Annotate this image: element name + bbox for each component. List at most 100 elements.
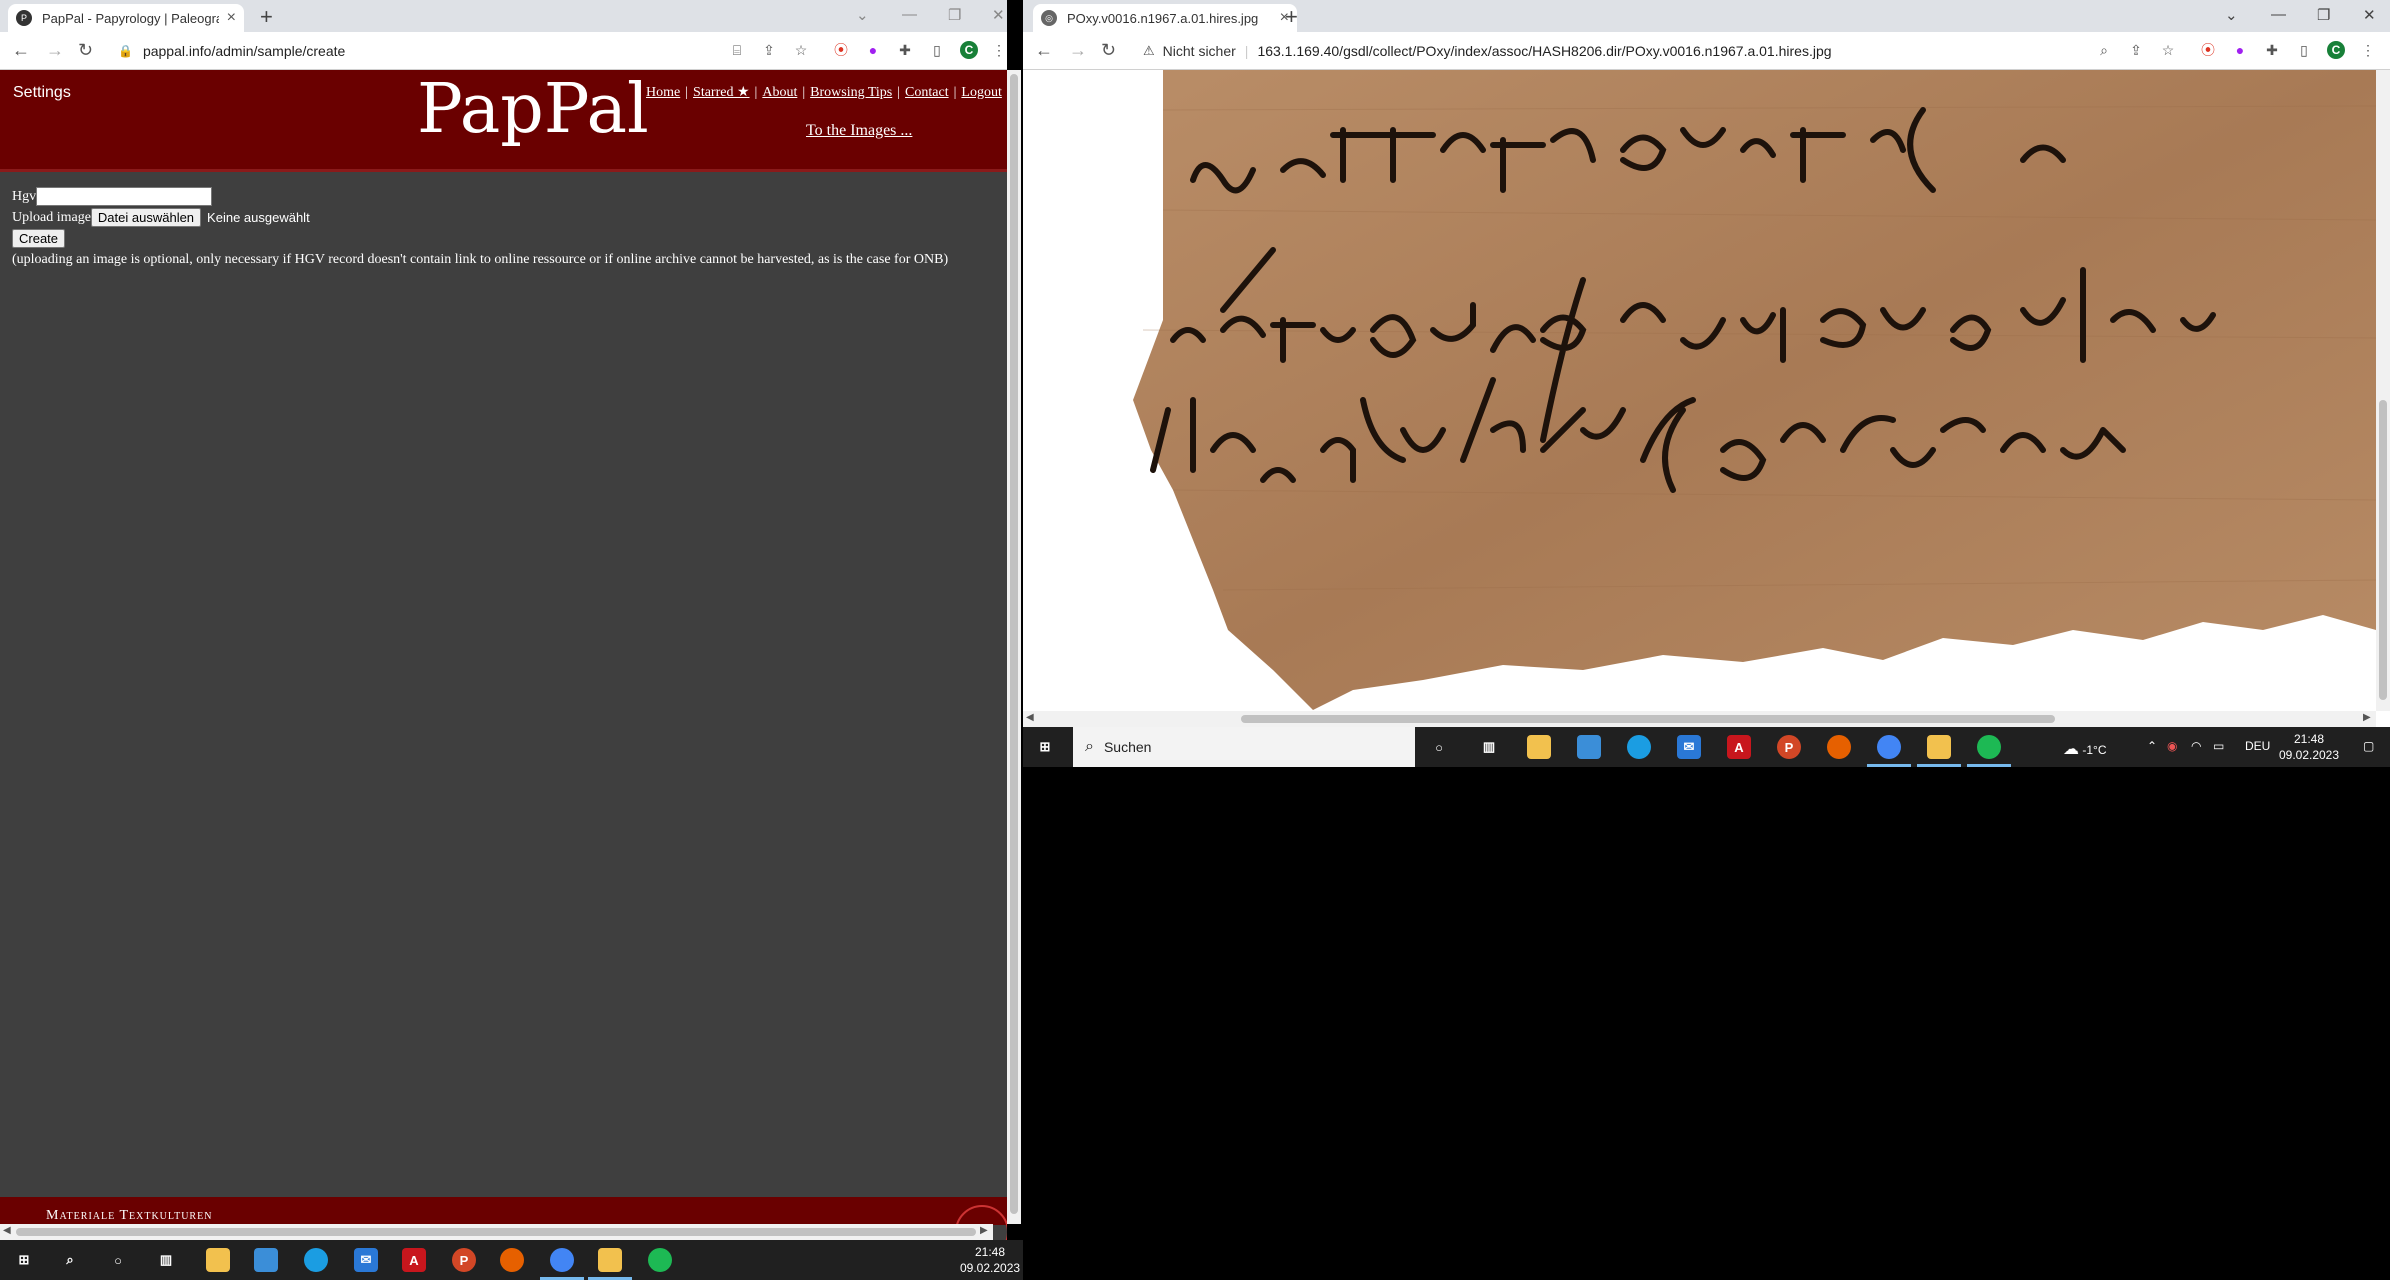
right-forward-arrow-icon[interactable]: → <box>1069 40 1087 61</box>
share-icon[interactable]: ⇪ <box>760 41 778 59</box>
edge-icon[interactable] <box>304 1248 328 1272</box>
minimize-button[interactable]: — <box>902 6 917 23</box>
scroll-left-arrow-icon[interactable]: ◀ <box>3 1225 11 1236</box>
tab-papyrus-image[interactable]: ◎ POxy.v0016.n1967.a.01.hires.jpg × <box>1033 4 1297 32</box>
right-chrome-icon[interactable] <box>1877 735 1901 759</box>
right-acrobat-icon[interactable]: A <box>1727 735 1751 759</box>
right-vertical-scrollbar[interactable] <box>2376 70 2390 711</box>
nav-browsing-tips[interactable]: Browsing Tips <box>810 85 892 100</box>
files-app-icon[interactable] <box>598 1248 622 1272</box>
settings-link[interactable]: Settings <box>13 84 71 102</box>
input-language[interactable]: DEU <box>2245 739 2270 753</box>
create-button[interactable]: Create <box>12 229 66 248</box>
file-explorer-icon[interactable] <box>206 1248 230 1272</box>
right-hscroll-thumb[interactable] <box>1241 715 2055 723</box>
nav-contact[interactable]: Contact <box>905 85 949 100</box>
tab-pappal[interactable]: P PapPal - Papyrology | Paleography × <box>8 4 244 32</box>
right-extension-purple-icon[interactable]: ● <box>2231 41 2249 59</box>
right-tab-search-chevron-icon[interactable]: ⌄ <box>2225 6 2238 24</box>
right-restore-button[interactable]: ❐ <box>2317 6 2330 24</box>
right-menu-kebab-icon[interactable]: ⋮ <box>2359 41 2377 59</box>
address-bar[interactable]: 🔒 pappal.info/admin/sample/create <box>118 36 718 66</box>
right-bookmark-star-icon[interactable]: ☆ <box>2159 41 2177 59</box>
right-profile-avatar[interactable]: C <box>2327 41 2345 59</box>
right-back-arrow-icon[interactable]: ← <box>1035 40 1053 61</box>
close-tab-icon[interactable]: × <box>227 9 236 27</box>
left-page-vertical-scrollbar[interactable] <box>1007 70 1021 1224</box>
hgv-input[interactable] <box>36 187 213 206</box>
right-vscroll-thumb[interactable] <box>2379 400 2387 700</box>
right-horizontal-scrollbar[interactable]: ◀ ▶ <box>1023 711 2376 727</box>
cortana-circle-icon[interactable]: ○ <box>106 1248 130 1272</box>
right-cortana-circle-icon[interactable]: ○ <box>1427 735 1451 759</box>
taskbar-search-box[interactable]: ⌕ Suchen <box>1073 727 1415 767</box>
right-files-app-icon[interactable] <box>1927 735 1951 759</box>
right-side-panel-icon[interactable]: ▯ <box>2295 41 2313 59</box>
right-clock[interactable]: 21:48 09.02.2023 <box>2269 731 2349 763</box>
extensions-puzzle-icon[interactable]: ✚ <box>896 41 914 59</box>
firefox-icon[interactable] <box>500 1248 524 1272</box>
spotify-icon[interactable] <box>648 1248 672 1272</box>
powerpoint-icon[interactable]: P <box>452 1248 476 1272</box>
to-the-images-link[interactable]: To the Images ... <box>806 122 912 140</box>
left-hscroll-thumb[interactable] <box>16 1228 976 1236</box>
nav-logout[interactable]: Logout <box>961 85 1001 100</box>
right-mail-icon[interactable]: ✉ <box>1677 735 1701 759</box>
extension-red-icon[interactable]: ⦿ <box>832 41 850 59</box>
forward-arrow-icon[interactable]: → <box>46 40 64 61</box>
new-tab-button[interactable]: + <box>260 4 273 30</box>
right-extensions-puzzle-icon[interactable]: ✚ <box>2263 41 2281 59</box>
pappal-logo[interactable]: PapPal <box>417 70 649 149</box>
search-icon[interactable]: ⌕ <box>58 1248 82 1272</box>
nav-home[interactable]: Home <box>646 85 680 100</box>
tray-chevron-icon[interactable]: ⌃ <box>2147 739 2157 753</box>
menu-kebab-icon[interactable]: ⋮ <box>990 41 1007 59</box>
right-firefox-icon[interactable] <box>1827 735 1851 759</box>
side-panel-icon[interactable]: ▯ <box>928 41 946 59</box>
right-extension-red-icon[interactable]: ⦿ <box>2199 41 2217 59</box>
right-share-icon[interactable]: ⇪ <box>2127 41 2145 59</box>
right-scroll-left-arrow-icon[interactable]: ◀ <box>1026 712 1034 723</box>
nav-starred[interactable]: Starred ★ <box>693 85 749 100</box>
right-address-bar[interactable]: ⚠ Nicht sicher | 163.1.169.40/gsdl/colle… <box>1143 36 2103 66</box>
close-window-button[interactable]: ✕ <box>992 6 1005 24</box>
translate-icon[interactable]: ⌸ <box>728 41 746 59</box>
tray-antivirus-icon[interactable]: ◉ <box>2167 739 2177 753</box>
right-reload-icon[interactable]: ↻ <box>1101 40 1116 61</box>
extension-purple-icon[interactable]: ● <box>864 41 882 59</box>
choose-file-button[interactable]: Datei auswählen <box>90 208 202 227</box>
not-secure-label[interactable]: Nicht sicher <box>1163 43 1236 59</box>
left-page-vscroll-thumb[interactable] <box>1010 74 1018 1214</box>
right-minimize-button[interactable]: — <box>2271 6 2286 23</box>
right-edge-icon[interactable] <box>1627 735 1651 759</box>
tab-search-chevron-icon[interactable]: ⌄ <box>856 6 869 24</box>
notification-icon[interactable]: ▢ <box>2363 739 2374 753</box>
right-scroll-right-arrow-icon[interactable]: ▶ <box>2363 712 2371 723</box>
right-powerpoint-icon[interactable]: P <box>1777 735 1801 759</box>
task-view-icon[interactable]: ▥ <box>154 1248 178 1272</box>
left-clock[interactable]: 21:48 09.02.2023 <box>960 1244 1020 1276</box>
papyrus-image[interactable] <box>1023 70 2376 711</box>
wifi-icon[interactable]: ◠ <box>2191 739 2201 753</box>
right-new-tab-button[interactable]: + <box>1285 4 1298 30</box>
right-spotify-icon[interactable] <box>1977 735 2001 759</box>
weather-widget[interactable]: ☁ -1°C <box>2063 739 2106 759</box>
scroll-right-arrow-icon[interactable]: ▶ <box>980 1225 988 1236</box>
right-task-view-icon[interactable]: ▥ <box>1477 735 1501 759</box>
chrome-icon[interactable] <box>550 1248 574 1272</box>
acrobat-icon[interactable]: A <box>402 1248 426 1272</box>
left-horizontal-scrollbar[interactable]: ◀ ▶ <box>0 1224 993 1240</box>
mail-icon[interactable]: ✉ <box>354 1248 378 1272</box>
store-icon[interactable] <box>254 1248 278 1272</box>
right-close-window-button[interactable]: ✕ <box>2363 6 2376 24</box>
reload-icon[interactable]: ↻ <box>78 40 93 61</box>
right-windows-start-icon[interactable]: ⊞ <box>1033 735 1057 759</box>
nav-about[interactable]: About <box>762 85 797 100</box>
right-file-explorer-icon[interactable] <box>1527 735 1551 759</box>
bookmark-star-icon[interactable]: ☆ <box>792 41 810 59</box>
profile-avatar[interactable]: C <box>960 41 978 59</box>
back-arrow-icon[interactable]: ← <box>12 40 30 61</box>
right-store-icon[interactable] <box>1577 735 1601 759</box>
battery-icon[interactable]: ▭ <box>2213 739 2224 753</box>
windows-start-icon[interactable]: ⊞ <box>12 1248 36 1272</box>
